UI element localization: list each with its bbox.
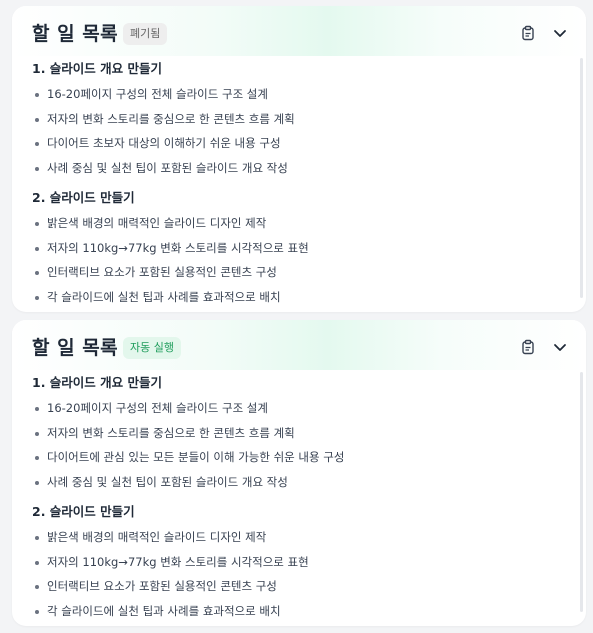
scrollbar[interactable] (580, 58, 583, 298)
scrollbar[interactable] (580, 372, 583, 612)
chevron-down-icon (554, 30, 566, 37)
clipboard-icon (522, 339, 534, 355)
list-item: 사례 중심 및 실천 팁이 포함된 슬라이드 개요 작성 (32, 470, 568, 495)
todo-list-content[interactable]: 1. 슬라이드 개요 만들기 16-20페이지 구성의 전체 슬라이드 구조 설… (32, 56, 568, 304)
list-item: 인터랙티브 요소가 포함된 실용적인 콘텐츠 구성 (32, 574, 568, 599)
copy-button[interactable] (518, 337, 538, 357)
todo-card-header: 할 일 목록 자동 실행 (12, 320, 586, 370)
list-item: 다이어트에 관심 있는 모든 분들이 이해 가능한 쉬운 내용 구성 (32, 445, 568, 470)
list-item: 인터랙티브 요소가 포함된 실용적인 콘텐츠 구성 (32, 260, 568, 285)
list-item: 다이어트 초보자 대상의 이해하기 쉬운 내용 구성 (32, 131, 568, 156)
chevron-down-icon (554, 344, 566, 351)
list-item: 밝은색 배경의 매력적인 슬라이드 디자인 제작 (32, 211, 568, 236)
collapse-toggle-button[interactable] (550, 337, 570, 357)
list-item: 각 슬라이드에 실천 팁과 사례를 효과적으로 배치 (32, 285, 568, 305)
section-heading: 1. 슬라이드 개요 만들기 (32, 375, 163, 390)
todo-list: 16-20페이지 구성의 전체 슬라이드 구조 설계 저자의 변화 스토리를 중… (32, 82, 568, 180)
clipboard-icon (522, 25, 534, 41)
todo-card-deprecated: 할 일 목록 폐기됨 1. 슬라이드 개요 만들기 16-20페이지 구성의 전… (12, 6, 586, 312)
collapse-toggle-button[interactable] (550, 23, 570, 43)
list-item: 저자의 110kg→77kg 변화 스토리를 시각적으로 표현 (32, 550, 568, 575)
list-item: 16-20페이지 구성의 전체 슬라이드 구조 설계 (32, 396, 568, 421)
list-item: 각 슬라이드에 실천 팁과 사례를 효과적으로 배치 (32, 599, 568, 619)
todo-card-title: 할 일 목록 (32, 23, 119, 45)
list-item: 16-20페이지 구성의 전체 슬라이드 구조 설계 (32, 82, 568, 107)
list-item: 저자의 110kg→77kg 변화 스토리를 시각적으로 표현 (32, 236, 568, 261)
todo-list: 16-20페이지 구성의 전체 슬라이드 구조 설계 저자의 변화 스토리를 중… (32, 396, 568, 494)
todo-card-title: 할 일 목록 (32, 337, 119, 359)
status-badge-auto-run: 자동 실행 (123, 337, 181, 359)
list-item: 저자의 변화 스토리를 중심으로 한 콘텐츠 흐름 계획 (32, 107, 568, 132)
status-badge-deprecated: 폐기됨 (123, 23, 168, 45)
section-heading: 2. 슬라이드 만들기 (32, 504, 135, 519)
section-heading: 1. 슬라이드 개요 만들기 (32, 61, 163, 76)
section-heading: 2. 슬라이드 만들기 (32, 190, 135, 205)
todo-card-header: 할 일 목록 폐기됨 (12, 6, 586, 56)
todo-card-auto-run: 할 일 목록 자동 실행 1. 슬라이드 개요 만들기 16-20페이지 구성의… (12, 320, 586, 626)
todo-list: 밝은색 배경의 매력적인 슬라이드 디자인 제작 저자의 110kg→77kg … (32, 211, 568, 304)
todo-list: 밝은색 배경의 매력적인 슬라이드 디자인 제작 저자의 110kg→77kg … (32, 525, 568, 618)
list-item: 사례 중심 및 실천 팁이 포함된 슬라이드 개요 작성 (32, 156, 568, 181)
copy-button[interactable] (518, 23, 538, 43)
list-item: 저자의 변화 스토리를 중심으로 한 콘텐츠 흐름 계획 (32, 421, 568, 446)
todo-list-content[interactable]: 1. 슬라이드 개요 만들기 16-20페이지 구성의 전체 슬라이드 구조 설… (32, 370, 568, 618)
list-item: 밝은색 배경의 매력적인 슬라이드 디자인 제작 (32, 525, 568, 550)
